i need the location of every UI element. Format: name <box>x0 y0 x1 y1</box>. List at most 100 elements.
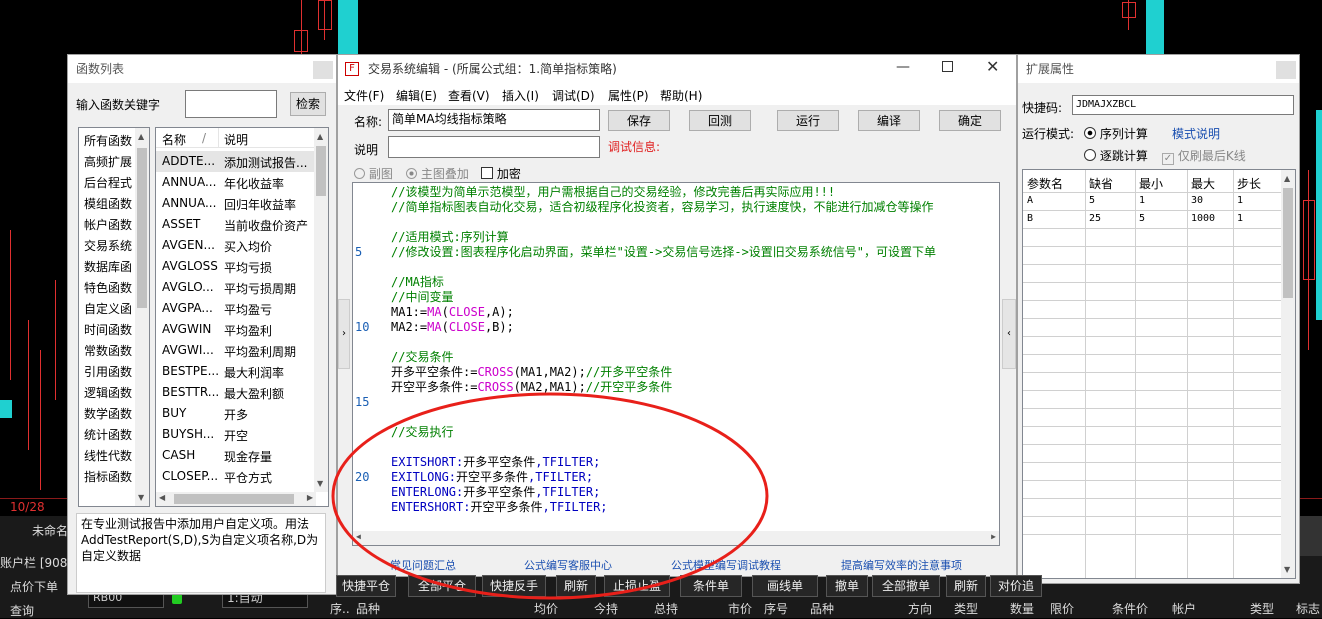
column-header[interactable]: 帐户 <box>1172 600 1196 617</box>
category-item[interactable]: 模组函数 <box>84 195 132 212</box>
radio-sub[interactable]: 副图 <box>354 165 393 182</box>
category-item[interactable]: 所有函数 <box>84 132 132 149</box>
menu-item[interactable]: 文件(F) <box>344 87 384 104</box>
radio-seq[interactable]: 序列计算 <box>1084 125 1148 142</box>
save-button[interactable]: 保存 <box>608 110 670 131</box>
desc-input[interactable] <box>388 136 600 158</box>
table-row[interactable]: AVGLO... 平均亏损周期 <box>156 277 314 298</box>
menu-item[interactable]: 属性(P) <box>608 87 649 104</box>
confirm-button[interactable]: 确定 <box>939 110 1001 131</box>
function-desc: 平均亏损 <box>224 261 273 275</box>
backtest-button[interactable]: 回测 <box>689 110 751 131</box>
category-item[interactable]: 高频扩展 <box>84 153 132 170</box>
minimize-button[interactable] <box>313 61 333 79</box>
toolbar-button[interactable]: 撤单 <box>826 575 868 597</box>
toolbar-button[interactable]: 对价追 <box>990 575 1042 597</box>
mode-desc-link[interactable]: 模式说明 <box>1172 125 1220 142</box>
radio-main[interactable]: 主图叠加 <box>406 165 469 182</box>
radio-tick[interactable]: 逐跳计算 <box>1084 147 1148 164</box>
toolbar-button[interactable]: 全部撤单 <box>872 575 940 597</box>
table-row[interactable]: BESTTR... 最大盈利额 <box>156 382 314 403</box>
query-label[interactable]: 查询 <box>10 602 34 619</box>
function-desc: 年化收益率 <box>224 177 285 191</box>
category-item[interactable]: 后台程式 <box>84 174 132 191</box>
table-row[interactable]: BUYSH... 开空 <box>156 424 314 445</box>
compile-button[interactable]: 编译 <box>858 110 920 131</box>
function-hscrollbar[interactable]: ◀ ▶ <box>156 492 316 506</box>
column-header[interactable]: 方向 <box>908 600 932 617</box>
category-item[interactable]: 数学函数 <box>84 405 132 422</box>
table-row[interactable]: AVGWI... 平均盈利周期 <box>156 340 314 361</box>
column-header[interactable]: 标志 <box>1296 600 1320 617</box>
category-item[interactable]: 数据库函 <box>84 258 132 275</box>
category-item[interactable]: 引用函数 <box>84 363 132 380</box>
category-scrollbar[interactable]: ▲ ▼ <box>135 128 149 506</box>
table-row[interactable]: AVGLOSS 平均亏损 <box>156 256 314 277</box>
category-item[interactable]: 统计函数 <box>84 426 132 443</box>
search-button[interactable]: 检索 <box>290 92 326 116</box>
category-item[interactable]: 常数函数 <box>84 342 132 359</box>
collapse-left-button[interactable]: › <box>338 299 350 369</box>
param-cell[interactable]: 1000 <box>1191 213 1215 224</box>
menu-item[interactable]: 编辑(E) <box>396 87 437 104</box>
column-header[interactable]: 品种 <box>810 600 834 617</box>
help-link[interactable]: 提高编写效率的注意事项 <box>841 557 962 573</box>
table-row[interactable]: ASSET 当前收盘价资产 <box>156 214 314 235</box>
tab-unnamed[interactable]: 未命名 <box>32 522 68 539</box>
table-row[interactable]: BESTPE... 最大利润率 <box>156 361 314 382</box>
column-header[interactable]: 类型 <box>954 600 978 617</box>
table-row[interactable]: ANNUA... 回归年收益率 <box>156 193 314 214</box>
param-cell[interactable]: 1 <box>1237 195 1243 206</box>
category-item[interactable]: 逻辑函数 <box>84 384 132 401</box>
column-header[interactable]: 条件价 <box>1112 600 1148 617</box>
function-scrollbar[interactable]: ▲ ▼ <box>314 128 328 492</box>
table-row[interactable]: AVGWIN 平均盈利 <box>156 319 314 340</box>
param-cell[interactable]: B <box>1027 213 1033 224</box>
category-item[interactable]: 线性代数 <box>84 447 132 464</box>
category-item[interactable]: 特色函数 <box>84 279 132 296</box>
table-row[interactable]: AVGEN... 买入均价 <box>156 235 314 256</box>
param-cell[interactable]: 5 <box>1089 195 1095 206</box>
menu-item[interactable]: 调试(D) <box>552 87 595 104</box>
run-button[interactable]: 运行 <box>777 110 839 131</box>
last-k-checkbox[interactable]: ✓ 仅刷最后K线 <box>1162 147 1246 165</box>
category-item[interactable]: 时间函数 <box>84 321 132 338</box>
menu-item[interactable]: 插入(I) <box>502 87 539 104</box>
maximize-icon[interactable] <box>942 61 953 72</box>
category-item[interactable]: 指标函数 <box>84 468 132 485</box>
col-header-desc[interactable]: 说明 <box>224 131 248 148</box>
param-cell[interactable]: 1 <box>1139 195 1145 206</box>
menu-item[interactable]: 帮助(H) <box>660 87 702 104</box>
column-header[interactable]: 限价 <box>1050 600 1074 617</box>
table-row[interactable]: CLOSEP... 平仓方式 <box>156 466 314 487</box>
keyword-input[interactable] <box>185 90 277 118</box>
column-header[interactable]: 类型 <box>1250 600 1274 617</box>
function-table: 名称 / 说明 ADDTE... 添加测试报告... ANNUA... 年化收益率 AN… <box>155 127 329 507</box>
category-item[interactable]: 交易系统 <box>84 237 132 254</box>
params-scrollbar[interactable]: ▲ ▼ <box>1281 170 1295 578</box>
table-row[interactable]: ADDTE... 添加测试报告... <box>156 151 314 172</box>
param-cell[interactable]: 5 <box>1139 213 1145 224</box>
param-cell[interactable]: 1 <box>1237 213 1243 224</box>
table-row[interactable]: BUY 开多 <box>156 403 314 424</box>
minimize-icon[interactable]: — <box>896 59 910 75</box>
table-row[interactable]: ANNUA... 年化收益率 <box>156 172 314 193</box>
table-row[interactable]: CASH 现金存量 <box>156 445 314 466</box>
menu-item[interactable]: 查看(V) <box>448 87 490 104</box>
close-icon[interactable]: ✕ <box>986 57 999 76</box>
minimize-button[interactable] <box>1276 61 1296 79</box>
quick-order-label[interactable]: 点价下单 <box>10 578 58 595</box>
collapse-right-button[interactable]: ‹ <box>1002 299 1016 369</box>
category-item[interactable]: 自定义函 <box>84 300 132 317</box>
param-cell[interactable]: A <box>1027 195 1033 206</box>
param-cell[interactable]: 25 <box>1089 213 1101 224</box>
toolbar-button[interactable]: 刷新 <box>946 575 986 597</box>
table-row[interactable]: AVGPA... 平均盈亏 <box>156 298 314 319</box>
param-cell[interactable]: 30 <box>1191 195 1203 206</box>
encrypt-checkbox[interactable]: 加密 <box>481 165 521 182</box>
col-header-name[interactable]: 名称 <box>162 131 186 148</box>
category-item[interactable]: 帐户函数 <box>84 216 132 233</box>
shortcut-input[interactable]: JDMAJXZBCL <box>1072 95 1294 115</box>
column-header[interactable]: 数量 <box>1010 600 1034 617</box>
name-input[interactable]: 简单MA均线指标策略 <box>388 109 600 131</box>
